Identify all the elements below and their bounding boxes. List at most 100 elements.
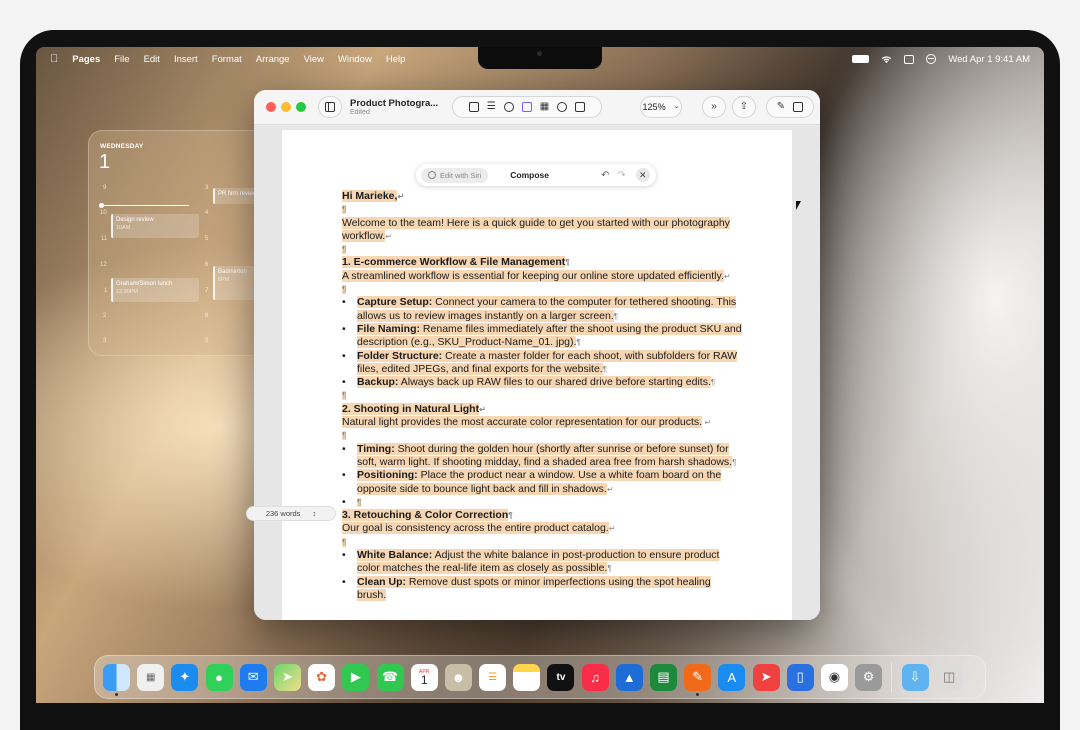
siri-app-icon[interactable]: ◉: [820, 663, 848, 691]
zoom-button[interactable]: 125% ⌄: [640, 96, 682, 118]
word-count-button[interactable]: 236 words ↕: [246, 506, 336, 521]
keynote-icon[interactable]: ▲: [615, 663, 643, 691]
add-page-icon[interactable]: [468, 102, 479, 112]
bullet-label: White Balance:: [357, 549, 433, 562]
calendar-icon[interactable]: APR 1: [410, 663, 438, 691]
menu-clock[interactable]: Wed Apr 1 9:41 AM: [948, 54, 1030, 65]
bullet-label: Folder Structure:: [357, 349, 443, 362]
document-canvas[interactable]: Edit with Siri Compose ↶ ↷ ✕ Hi Marieke,…: [254, 126, 820, 620]
zoom-window-button[interactable]: [296, 102, 306, 112]
bullet-list: Capture Setup: Connect your camera to th…: [342, 296, 742, 390]
document-icon[interactable]: [793, 102, 804, 112]
bullet-list: Timing: Shoot during the golden hour (sh…: [342, 442, 742, 509]
tv-icon-label: tv: [556, 671, 566, 683]
battery-icon[interactable]: [852, 55, 870, 63]
wifi-icon[interactable]: [881, 55, 892, 64]
downloads-folder-icon[interactable]: ⇩: [901, 663, 929, 691]
messages-icon[interactable]: ●: [205, 663, 233, 691]
document-body[interactable]: Hi Marieke,↵ ¶ Welcome to the team! Here…: [342, 190, 742, 602]
safari-icon[interactable]: ✦: [171, 663, 199, 691]
undo-icon[interactable]: ↶: [601, 170, 609, 181]
tv-icon[interactable]: tv: [547, 663, 575, 691]
list-item: Clean Up: Remove dust spots or minor imp…: [342, 575, 742, 603]
system-settings-icon[interactable]: ⚙: [855, 663, 883, 691]
rocket-icon[interactable]: ➤: [752, 663, 780, 691]
notes-icon[interactable]: [513, 663, 541, 691]
document-page[interactable]: Edit with Siri Compose ↶ ↷ ✕ Hi Marieke,…: [282, 130, 792, 620]
calendar-event[interactable]: Design review 10AM: [111, 214, 199, 238]
photos-icon[interactable]: ✿: [308, 663, 336, 691]
format-brush-icon[interactable]: ✎: [777, 102, 785, 112]
updown-chevron-icon: ↕: [312, 509, 317, 518]
chart-icon[interactable]: [557, 102, 568, 112]
calendar-hour: 10: [100, 210, 107, 216]
calendar-now-line: [101, 205, 189, 206]
edit-with-siri-label: Edit with Siri: [440, 170, 482, 180]
list-icon[interactable]: ☰: [487, 102, 496, 112]
contacts-icon[interactable]: ☻: [444, 663, 472, 691]
intro-paragraph: Welcome to the team! Here is a quick gui…: [342, 216, 730, 242]
music-icon[interactable]: ♫: [581, 663, 609, 691]
control-center-icon[interactable]: [904, 54, 915, 64]
close-icon[interactable]: ✕: [635, 168, 650, 182]
section-heading: 1. E-commerce Workflow & File Management: [342, 256, 566, 269]
siri-icon[interactable]: [926, 54, 937, 64]
finder-icon[interactable]: [103, 663, 130, 696]
menu-window[interactable]: Window: [338, 54, 372, 65]
numbers-icon[interactable]: ▤: [650, 663, 677, 691]
menu-format[interactable]: Format: [212, 54, 242, 65]
running-indicator: [696, 692, 700, 696]
chevron-down-icon: ⌄: [673, 103, 680, 110]
facetime-icon[interactable]: ▶: [342, 663, 370, 691]
share-button[interactable]: ⇧: [732, 96, 756, 118]
menu-help[interactable]: Help: [386, 54, 406, 65]
phone-icon[interactable]: ☎: [376, 663, 404, 691]
list-item: Backup: Always back up RAW files to our …: [342, 376, 742, 390]
mouse-pointer-icon: [796, 201, 801, 210]
share-icon: ⇧: [739, 101, 749, 112]
text-box-icon[interactable]: [575, 102, 586, 112]
pages-icon[interactable]: ✎: [684, 663, 712, 696]
calendar-hour: 2: [103, 313, 107, 319]
more-tools-button[interactable]: »: [702, 96, 726, 118]
calendar-widget[interactable]: WEDNESDAY 1 9 10 11 12 1 2 3 3 4 5 6 7 8…: [88, 130, 268, 356]
launchpad-icon[interactable]: ▦: [137, 663, 165, 691]
calendar-icon-day: 1: [420, 672, 428, 687]
calendar-hour: 4: [205, 210, 209, 216]
menu-view[interactable]: View: [304, 54, 324, 65]
bullet-text: Always back up RAW files to our shared d…: [398, 376, 711, 389]
pages-window: Product Photogra... Edited ☰ ▦ 125% ⌄ » …: [254, 90, 820, 620]
menu-insert[interactable]: Insert: [174, 54, 198, 65]
menu-arrange[interactable]: Arrange: [256, 54, 290, 65]
app-store-icon[interactable]: A: [718, 663, 746, 691]
writing-tools-icon[interactable]: [503, 102, 514, 112]
maps-icon[interactable]: ➤: [273, 663, 301, 691]
table-icon[interactable]: ▦: [540, 102, 549, 112]
document-title[interactable]: Product Photogra...: [350, 98, 438, 109]
close-window-button[interactable]: [266, 102, 276, 112]
minimize-window-button[interactable]: [281, 102, 291, 112]
edit-with-siri-button[interactable]: Edit with Siri: [421, 167, 489, 183]
camera-dot: [537, 51, 542, 56]
menu-file[interactable]: File: [114, 54, 129, 65]
apple-menu-icon[interactable]: : [50, 53, 58, 65]
iphone-mirroring-icon[interactable]: ▯: [786, 663, 814, 691]
bullet-label: Capture Setup:: [357, 296, 433, 309]
dock: ▦ ✦ ● ✉ ➤ ✿ ▶ ☎ APR 1 ☻ ☰ tv ♫ ▲ ▤ ✎ A ➤…: [94, 655, 986, 699]
mail-icon[interactable]: ✉: [239, 663, 267, 691]
compose-button[interactable]: Compose: [510, 170, 549, 180]
menu-edit[interactable]: Edit: [144, 54, 160, 65]
redo-icon[interactable]: ↷: [617, 170, 625, 181]
trash-icon[interactable]: ◫: [935, 663, 963, 691]
calendar-hour: 9: [205, 338, 209, 344]
copy-icon[interactable]: [521, 102, 532, 112]
paragraph-mark: ¶: [342, 285, 347, 295]
reminders-icon[interactable]: ☰: [479, 663, 507, 691]
menu-app-name[interactable]: Pages: [72, 54, 100, 65]
sidebar-toggle-button[interactable]: [318, 96, 342, 118]
bullet-text: Remove dust spots or minor imperfections…: [357, 575, 711, 601]
line-break-mark: ↵: [385, 231, 392, 241]
list-item: Positioning: Place the product near a wi…: [342, 469, 742, 496]
calendar-event[interactable]: Graham/Simon lunch 12:30PM: [111, 278, 199, 302]
line-break-mark: ↵: [723, 271, 731, 281]
